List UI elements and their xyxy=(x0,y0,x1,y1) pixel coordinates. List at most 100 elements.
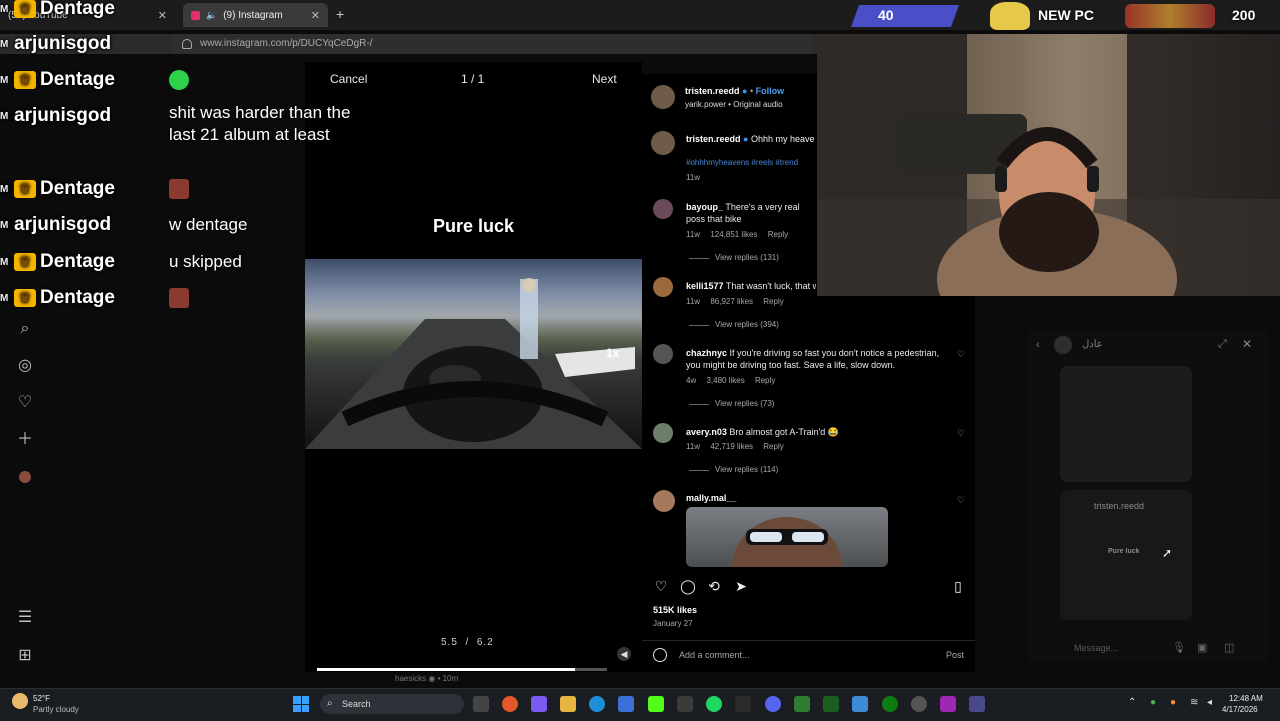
comment-user[interactable]: bayoup_ xyxy=(686,202,723,212)
comment-user[interactable]: mally.mal__ xyxy=(686,493,736,503)
comment-user[interactable]: kelli1577 xyxy=(686,281,724,291)
audio-label[interactable]: yarik.power • Original audio xyxy=(685,100,783,109)
view-replies-button[interactable]: View replies (131) xyxy=(689,253,779,262)
volume-icon[interactable]: ◂ xyxy=(1207,697,1212,708)
weather-desc[interactable]: Partly cloudy xyxy=(33,705,79,714)
video-scrubber[interactable] xyxy=(317,668,607,671)
sticker-icon[interactable]: ◫ xyxy=(1224,641,1234,654)
weather-temp[interactable]: 52°F xyxy=(33,694,50,703)
create-icon[interactable]: ＋ xyxy=(16,431,34,449)
edge-icon[interactable] xyxy=(589,696,605,712)
next-button[interactable]: Next xyxy=(592,72,617,86)
copilot-icon[interactable] xyxy=(531,696,547,712)
store-icon[interactable] xyxy=(618,696,634,712)
app-icon[interactable] xyxy=(735,696,751,712)
dm-media[interactable] xyxy=(1060,366,1192,482)
comment-icon[interactable]: ◯ xyxy=(680,578,696,594)
microphone-icon[interactable]: 🎙 xyxy=(1172,641,1186,654)
avatar[interactable] xyxy=(653,199,673,219)
comment-input[interactable]: Add a comment... xyxy=(679,650,750,660)
image-icon[interactable]: ▣ xyxy=(1197,641,1207,654)
post-author[interactable]: tristen.reedd xyxy=(685,86,740,96)
goal-title: NEW PC xyxy=(1038,7,1094,23)
taskbar-date[interactable]: 4/17/2026 xyxy=(1222,705,1258,714)
app-icon[interactable] xyxy=(823,696,839,712)
scrubber-fill xyxy=(317,668,576,671)
file-explorer-icon[interactable] xyxy=(560,696,576,712)
crown-icon: ♛ xyxy=(14,180,36,198)
discord-icon[interactable] xyxy=(765,696,781,712)
back-icon[interactable]: ‹ xyxy=(1036,339,1040,351)
comment-likes[interactable]: 124,851 likes xyxy=(710,230,757,239)
wifi-icon[interactable]: ≋ xyxy=(1190,697,1198,708)
search-icon: ⌕ xyxy=(327,698,333,709)
emoji-icon[interactable] xyxy=(653,648,667,662)
chevron-up-icon[interactable]: ⌃ xyxy=(1128,697,1136,708)
repost-icon[interactable]: ⟲ xyxy=(706,578,722,594)
avatar[interactable] xyxy=(1054,336,1072,354)
share-icon[interactable]: ➤ xyxy=(733,578,749,594)
app-icon[interactable] xyxy=(852,696,868,712)
caption-author[interactable]: tristen.reedd xyxy=(686,134,741,144)
comment-text: mally.mal__ xyxy=(686,492,816,504)
close-icon[interactable]: ✕ xyxy=(1242,337,1252,351)
weather-icon[interactable] xyxy=(12,693,28,709)
follow-button[interactable]: Follow xyxy=(756,86,785,96)
task-view-icon[interactable] xyxy=(473,696,489,712)
view-replies-button[interactable]: View replies (114) xyxy=(688,465,778,474)
view-replies-button[interactable]: View replies (73) xyxy=(688,399,774,408)
settings-icon[interactable] xyxy=(911,696,927,712)
dm-message-input[interactable]: Message... xyxy=(1074,643,1118,653)
caption-hashtags[interactable]: #ohhhmyheavens #reels #trend xyxy=(686,158,816,167)
view-replies-button[interactable]: View replies (394) xyxy=(689,320,779,329)
expand-icon[interactable]: ⤢ xyxy=(1218,338,1227,351)
caption-age: 11w xyxy=(686,173,701,182)
comment-user[interactable]: chazhnyc xyxy=(686,348,727,358)
app-icon[interactable] xyxy=(969,696,985,712)
mod-icon: M xyxy=(0,292,9,304)
reply-button[interactable]: Reply xyxy=(755,376,775,385)
comment-likes[interactable]: 42,719 likes xyxy=(710,442,753,451)
avatar[interactable] xyxy=(651,131,675,155)
heart-icon[interactable]: ♡ xyxy=(957,428,965,439)
likes-count[interactable]: 515K likes xyxy=(653,605,697,615)
bookmark-icon[interactable]: ▯ xyxy=(950,578,966,594)
app-icon[interactable] xyxy=(677,696,693,712)
windows-start-icon[interactable] xyxy=(293,696,309,712)
reply-button[interactable]: Reply xyxy=(768,230,788,239)
search-icon[interactable]: ⌕ xyxy=(16,320,34,338)
heart-icon[interactable]: ♡ xyxy=(957,495,965,506)
tray-mic-icon[interactable]: ● xyxy=(1170,697,1176,708)
comment-gif[interactable] xyxy=(686,507,888,567)
comment-likes[interactable]: 3,480 likes xyxy=(706,376,744,385)
spotify-icon[interactable] xyxy=(706,696,722,712)
avatar[interactable] xyxy=(653,423,673,443)
xbox-icon[interactable] xyxy=(882,696,898,712)
app-icon[interactable] xyxy=(794,696,810,712)
taskbar-time[interactable]: 12:48 AM xyxy=(1229,694,1263,703)
speaker-icon[interactable]: ◀ xyxy=(617,647,631,661)
comment-user[interactable]: avery.n03 xyxy=(686,427,727,437)
comment-likes[interactable]: 86,927 likes xyxy=(710,297,753,306)
avatar[interactable] xyxy=(653,277,673,297)
comment-meta: 11w 42,719 likes Reply xyxy=(686,442,792,451)
compass-icon[interactable]: ◎ xyxy=(16,357,34,375)
firefox-icon[interactable] xyxy=(502,696,518,712)
kick-icon[interactable] xyxy=(648,696,664,712)
post-button[interactable]: Post xyxy=(946,650,964,660)
like-heart-icon[interactable]: ♡ xyxy=(653,578,669,594)
reply-button[interactable]: Reply xyxy=(763,297,783,306)
app-icon[interactable] xyxy=(940,696,956,712)
tray-icon[interactable]: ● xyxy=(1150,697,1156,708)
avatar[interactable] xyxy=(16,470,34,488)
heart-icon[interactable]: ♡ xyxy=(957,349,965,360)
caption-text: Ohhh my heave xyxy=(750,134,815,144)
avatar[interactable] xyxy=(653,490,675,512)
avatar[interactable] xyxy=(653,344,673,364)
apps-icon[interactable]: ⊞ xyxy=(16,647,34,665)
avatar[interactable] xyxy=(651,85,675,109)
dm-card-caption: Pure luck xyxy=(1108,548,1140,555)
reply-button[interactable]: Reply xyxy=(763,442,783,451)
menu-icon[interactable]: ☰ xyxy=(16,609,34,627)
heart-icon[interactable]: ♡ xyxy=(16,394,34,412)
